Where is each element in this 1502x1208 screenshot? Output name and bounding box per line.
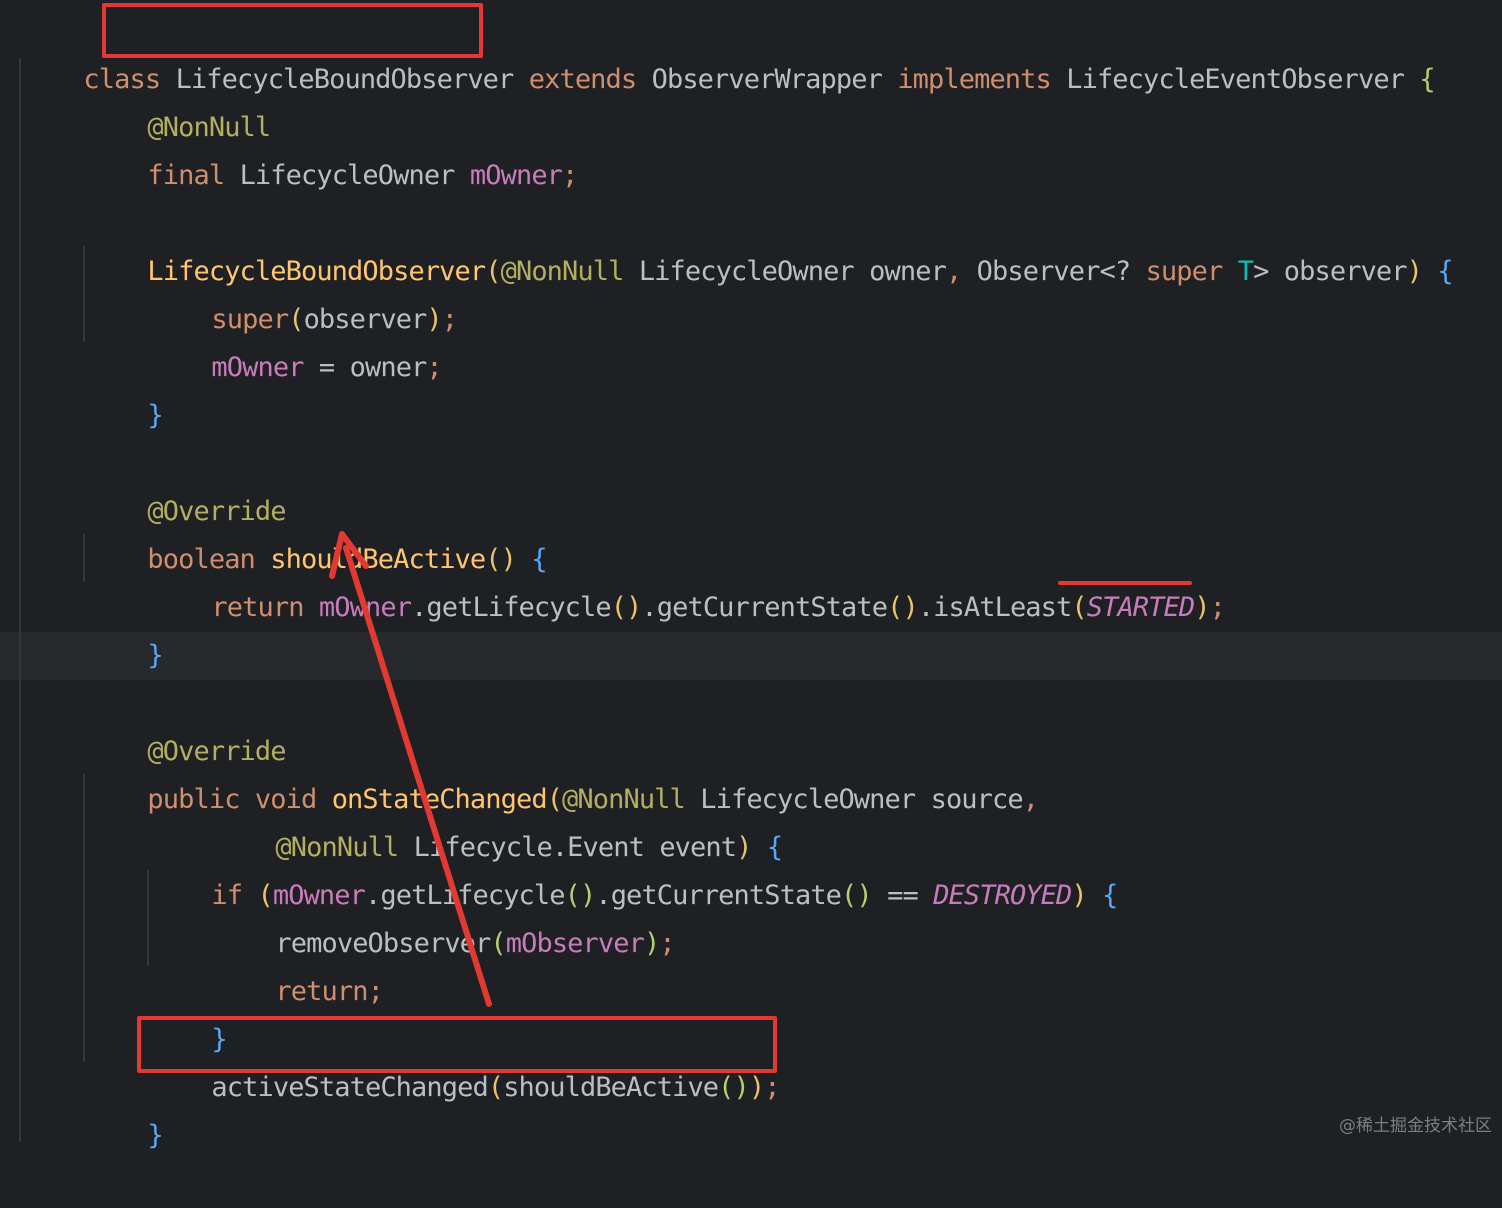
keyword-implements: implements [897,64,1051,95]
code-line-on-state-changed-params[interactable]: @NonNull Lifecycle.Event event) { [214,776,783,863]
paren-close: ) [748,1072,765,1103]
semicolon: ; [562,160,578,191]
code-line-super-call[interactable]: super(observer); [150,248,458,335]
code-line-assign-mowner[interactable]: mOwner = owner; [150,296,442,383]
semicolon: ; [764,1072,780,1103]
current-line-highlight [0,632,1502,680]
semicolon: ; [426,352,442,383]
operator-equals: == [887,880,919,911]
code-editor[interactable]: class LifecycleBoundObserver extends Obs… [0,0,1502,1151]
field-mowner[interactable]: mOwner [319,592,412,623]
semicolon: ; [659,928,675,959]
highlight-box-active-state-changed [137,1016,777,1073]
code-line-brace-close[interactable]: } [86,344,163,431]
keyword-super: super [1145,256,1224,287]
brace-close: } [147,1120,163,1151]
parens: () [841,880,873,911]
semicolon: ; [367,976,384,1007]
code-line-if-destroyed[interactable]: if (mOwner.getLifecycle().getCurrentStat… [150,824,1118,911]
paren-open: ( [485,256,501,287]
paren-close: ) [643,928,660,959]
type-lifecycle-event-observer[interactable]: LifecycleEventObserver [1066,64,1405,95]
brace-open: { [1102,880,1118,911]
call-is-at-least[interactable]: .isAtLeast [918,592,1072,623]
paren-open: ( [1071,592,1087,623]
indent-guide-on-state-changed [83,774,85,1062]
field-mobserver[interactable]: mObserver [506,928,645,959]
code-line-return[interactable]: return; [214,920,383,1007]
var-owner[interactable]: owner [350,352,428,383]
field-mowner[interactable]: mOwner [470,160,563,191]
parens: () [610,592,643,623]
code-line-remove-observer[interactable]: removeObserver(mObserver); [214,872,675,959]
operator-assign: = [318,352,335,383]
paren-open: ( [487,1072,504,1103]
brace-close: } [147,640,163,671]
type-lifecycle-owner[interactable]: LifecycleOwner [240,160,456,191]
comma: , [945,256,962,287]
code-line-return-is-at-least[interactable]: return mOwner.getLifecycle().getCurrentS… [150,536,1225,623]
brace-open: { [1419,64,1435,95]
call-get-lifecycle[interactable]: .getLifecycle [411,592,612,623]
highlight-box-class-name [102,3,483,58]
generic-close: > [1253,256,1269,287]
code-line-constructor[interactable]: LifecycleBoundObserver(@NonNull Lifecycl… [86,200,1453,287]
call-get-current-state[interactable]: .getCurrentState [641,592,888,623]
indent-guide-class [19,58,21,1142]
param-source[interactable]: source [931,784,1024,815]
type-lifecycle-owner[interactable]: LifecycleOwner [639,256,855,287]
code-line-on-state-changed-decl[interactable]: public void onStateChanged(@NonNull Life… [86,728,1039,815]
paren-close: ) [1194,592,1210,623]
code-line-should-be-active-decl[interactable]: boolean shouldBeActive() { [86,488,547,575]
call-active-state-changed[interactable]: activeStateChanged [211,1072,488,1103]
code-line-field-mowner[interactable]: final LifecycleOwner mOwner; [86,104,578,191]
underline-started [1058,581,1192,585]
field-mowner[interactable]: mOwner [211,352,304,383]
code-line-annotation-override[interactable]: @Override [86,680,286,767]
const-started[interactable]: STARTED [1087,592,1195,623]
type-observer-wrapper[interactable]: ObserverWrapper [652,64,883,95]
code-line-brace-close[interactable]: } [86,584,163,671]
paren-close: ) [1071,880,1087,911]
indent-guide-if-block [147,870,149,966]
semicolon: ; [1209,592,1226,623]
paren-close: ) [1406,256,1423,287]
brace-close: } [147,400,163,431]
type-observer-generic[interactable]: Observer<? [977,256,1131,287]
code-line-brace-close[interactable]: } [150,968,227,1055]
const-destroyed[interactable]: DESTROYED [933,880,1072,911]
indent-guide-constructor [83,246,85,342]
parens: () [718,1072,750,1103]
keyword-return: return [211,592,304,623]
call-should-be-active[interactable]: shouldBeActive [503,1072,719,1103]
code-line-annotation-override[interactable]: @Override [86,440,286,527]
code-line-annotation-nonnull[interactable]: @NonNull [86,56,271,143]
annotation-nonnull: @NonNull [500,256,625,287]
keyword-extends: extends [528,64,637,95]
generic-t: T [1237,256,1254,287]
paren-open: ( [490,928,506,959]
param-observer[interactable]: observer [1284,256,1408,287]
semicolon: ; [441,304,458,335]
watermark: @稀土掘金技术社区 [1339,1116,1492,1136]
indent-guide-should-be-active [83,534,85,582]
param-owner[interactable]: owner [869,256,947,287]
parens: () [887,592,919,623]
keyword-final: final [147,160,225,191]
keyword-return: return [275,976,368,1007]
brace-open: { [1437,256,1453,287]
comma: , [1022,784,1039,815]
